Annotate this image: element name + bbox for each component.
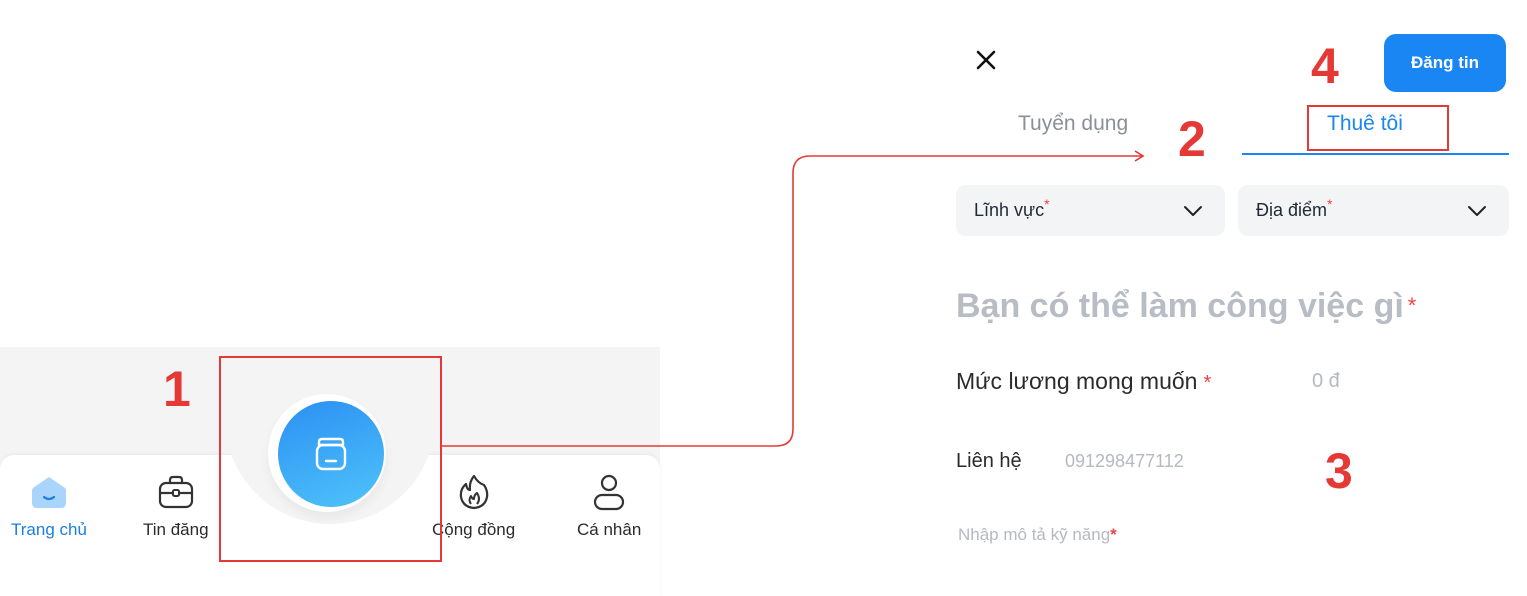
annotation-number-3: 3	[1325, 443, 1353, 499]
annotation-box-tab	[1307, 105, 1449, 151]
annotation-number-1: 1	[163, 361, 191, 417]
annotation-box-fab	[219, 356, 442, 562]
annotation-number-4: 4	[1311, 38, 1339, 94]
annotation-number-2: 2	[1178, 111, 1206, 167]
